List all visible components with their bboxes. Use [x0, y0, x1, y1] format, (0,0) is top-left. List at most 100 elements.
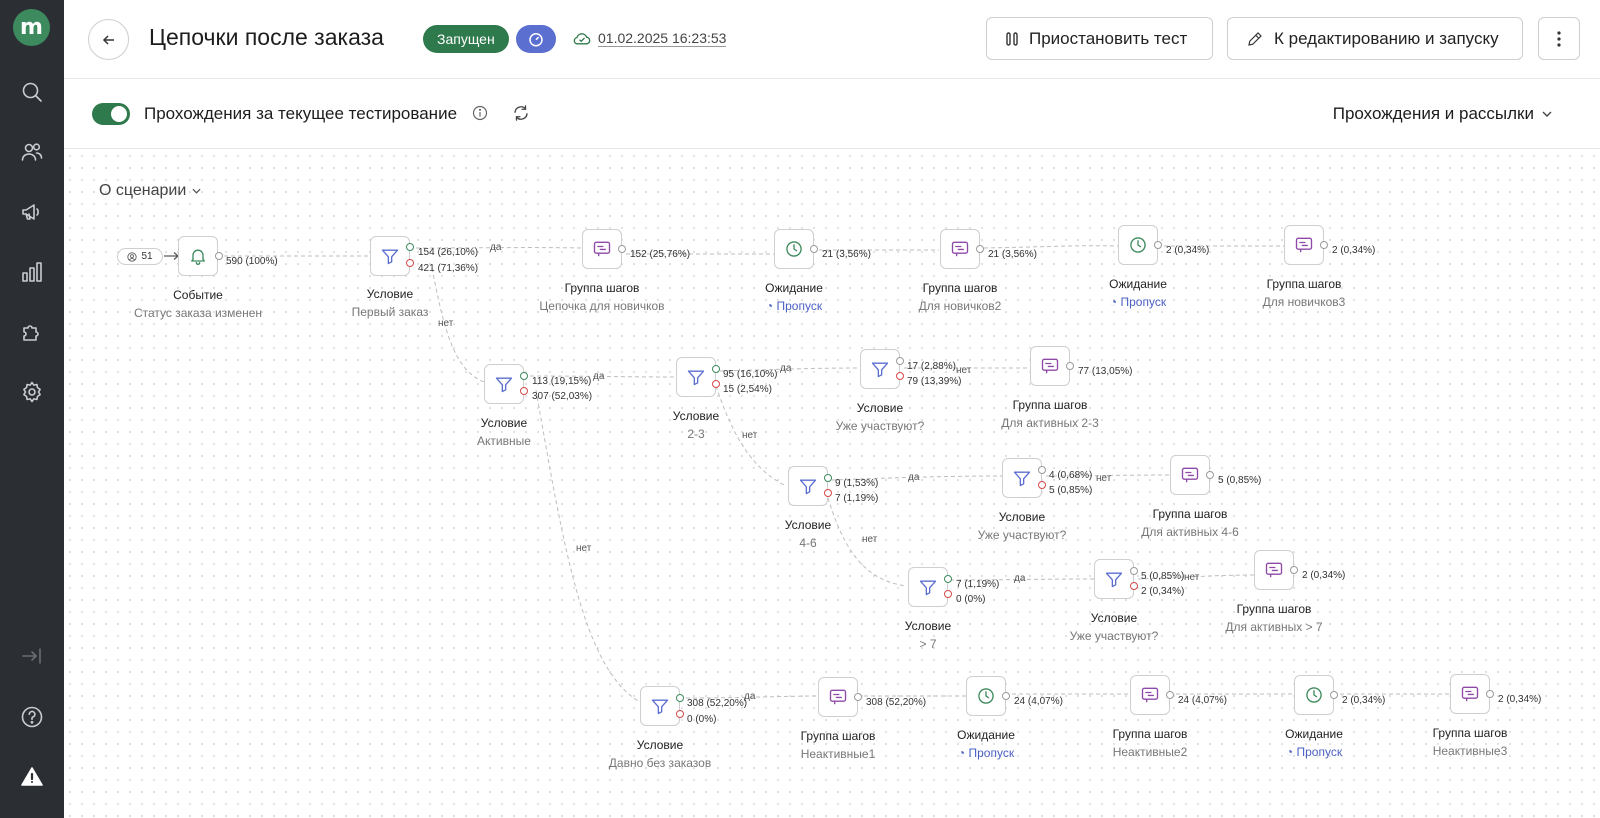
no-port[interactable] [896, 372, 904, 380]
skip-link[interactable]: ◔ Пропуск [1078, 295, 1198, 309]
yes-port[interactable] [1130, 567, 1138, 575]
condition-node[interactable] [676, 357, 716, 397]
step-group-node[interactable] [1170, 455, 1210, 495]
yes-port[interactable] [406, 243, 414, 251]
condition-node[interactable] [788, 466, 828, 506]
step-group-node[interactable] [1450, 674, 1490, 714]
skip-label: Пропуск [1120, 295, 1167, 309]
wait-node[interactable] [966, 676, 1006, 716]
condition-node[interactable] [640, 686, 680, 726]
node-stat: 21 (3,56%) [822, 249, 871, 260]
no-port[interactable] [406, 259, 414, 267]
view-select[interactable]: Прохождения и рассылки [1333, 104, 1552, 124]
speedometer-badge[interactable] [516, 25, 556, 53]
output-port[interactable] [976, 245, 984, 253]
event-node[interactable] [178, 236, 218, 276]
step-group-node[interactable] [940, 229, 980, 269]
entry-count-pill[interactable]: 51 [117, 248, 163, 265]
output-port[interactable] [810, 245, 818, 253]
expand-sidebar-icon[interactable] [18, 642, 46, 670]
no-port[interactable] [712, 380, 720, 388]
step-group-node[interactable] [1254, 550, 1294, 590]
back-button[interactable] [88, 19, 129, 60]
output-port[interactable] [618, 245, 626, 253]
info-icon[interactable] [472, 105, 488, 126]
condition-node[interactable] [860, 349, 900, 389]
output-port[interactable] [1290, 566, 1298, 574]
condition-node[interactable] [1002, 458, 1042, 498]
output-port[interactable] [1320, 241, 1328, 249]
condition-node[interactable] [484, 364, 524, 404]
output-port[interactable] [1486, 690, 1494, 698]
view-select-label: Прохождения и рассылки [1332, 104, 1534, 123]
condition-node[interactable] [1094, 559, 1134, 599]
yes-port[interactable] [712, 365, 720, 373]
node-title: Ожидание [765, 281, 823, 295]
users-icon[interactable] [18, 138, 46, 166]
node-stat-yes: 5 (0,85%) [1141, 571, 1185, 582]
output-port[interactable] [1154, 241, 1162, 249]
output-port[interactable] [215, 252, 223, 260]
no-port[interactable] [824, 489, 832, 497]
analytics-icon[interactable] [18, 258, 46, 286]
output-port[interactable] [1002, 692, 1010, 700]
puzzle-icon[interactable] [18, 318, 46, 346]
condition-node[interactable] [908, 567, 948, 607]
clock-icon [978, 688, 994, 704]
step-group-node[interactable] [582, 229, 622, 269]
wait-node[interactable] [1294, 675, 1334, 715]
node-stat: 2 (0,34%) [1498, 694, 1542, 705]
node-stat-no: 0 (0%) [956, 594, 986, 605]
step-group-node[interactable] [1284, 225, 1324, 265]
node-stat-no: 79 (13,39%) [907, 376, 962, 387]
skip-link[interactable]: ◔ Пропуск [734, 299, 854, 313]
no-port[interactable] [520, 387, 528, 395]
no-port[interactable] [944, 590, 952, 598]
search-icon[interactable] [18, 78, 46, 106]
yes-port[interactable] [896, 357, 904, 365]
skip-link[interactable]: ◔ Пропуск [926, 746, 1046, 760]
output-port[interactable] [1330, 691, 1338, 699]
step-group-node[interactable] [1130, 675, 1170, 715]
cloud-check-icon [572, 29, 592, 52]
node-subtitle: Давно без заказов [608, 756, 712, 770]
yes-port[interactable] [944, 575, 952, 583]
skip-link[interactable]: ◔ Пропуск [1254, 745, 1374, 759]
megaphone-icon[interactable] [18, 198, 46, 226]
step-group-node[interactable] [818, 677, 858, 717]
node-title: Группа шагов [1266, 277, 1342, 291]
no-port[interactable] [1038, 481, 1046, 489]
output-port[interactable] [1166, 691, 1174, 699]
yes-port[interactable] [824, 474, 832, 482]
warning-icon[interactable] [18, 763, 46, 791]
yes-port[interactable] [1038, 466, 1046, 474]
wait-node[interactable] [774, 229, 814, 269]
output-port[interactable] [1206, 471, 1214, 479]
refresh-icon[interactable] [512, 104, 530, 127]
wait-node[interactable] [1118, 225, 1158, 265]
node-title: Условие [480, 416, 528, 430]
node-stat: 2 (0,34%) [1166, 245, 1210, 256]
yes-port[interactable] [520, 372, 528, 380]
logo[interactable]: m [13, 9, 50, 46]
gear-icon[interactable] [18, 378, 46, 406]
no-port[interactable] [676, 710, 684, 718]
output-port[interactable] [1066, 362, 1074, 370]
node-title: Ожидание [957, 728, 1015, 742]
condition-node[interactable] [370, 236, 410, 276]
node-title: Условие [636, 738, 684, 752]
output-port[interactable] [854, 693, 862, 701]
current-test-toggle[interactable] [92, 103, 130, 125]
pause-test-button[interactable]: Приостановить тест [986, 17, 1213, 60]
more-menu-button[interactable] [1538, 17, 1580, 60]
step-group-node[interactable] [1030, 346, 1070, 386]
group-icon [593, 241, 611, 257]
scenario-canvas[interactable]: О сценарии 51 да нет да да нет нет да не… [64, 150, 1600, 818]
edit-and-launch-button[interactable]: К редактированию и запуску [1227, 17, 1523, 60]
saved-date-link[interactable]: 01.02.2025 16:23:53 [598, 30, 727, 47]
no-port[interactable] [1130, 582, 1138, 590]
node-title: Условие [904, 619, 952, 633]
help-icon[interactable] [18, 703, 46, 731]
node-title: Условие [856, 401, 904, 415]
yes-port[interactable] [676, 694, 684, 702]
